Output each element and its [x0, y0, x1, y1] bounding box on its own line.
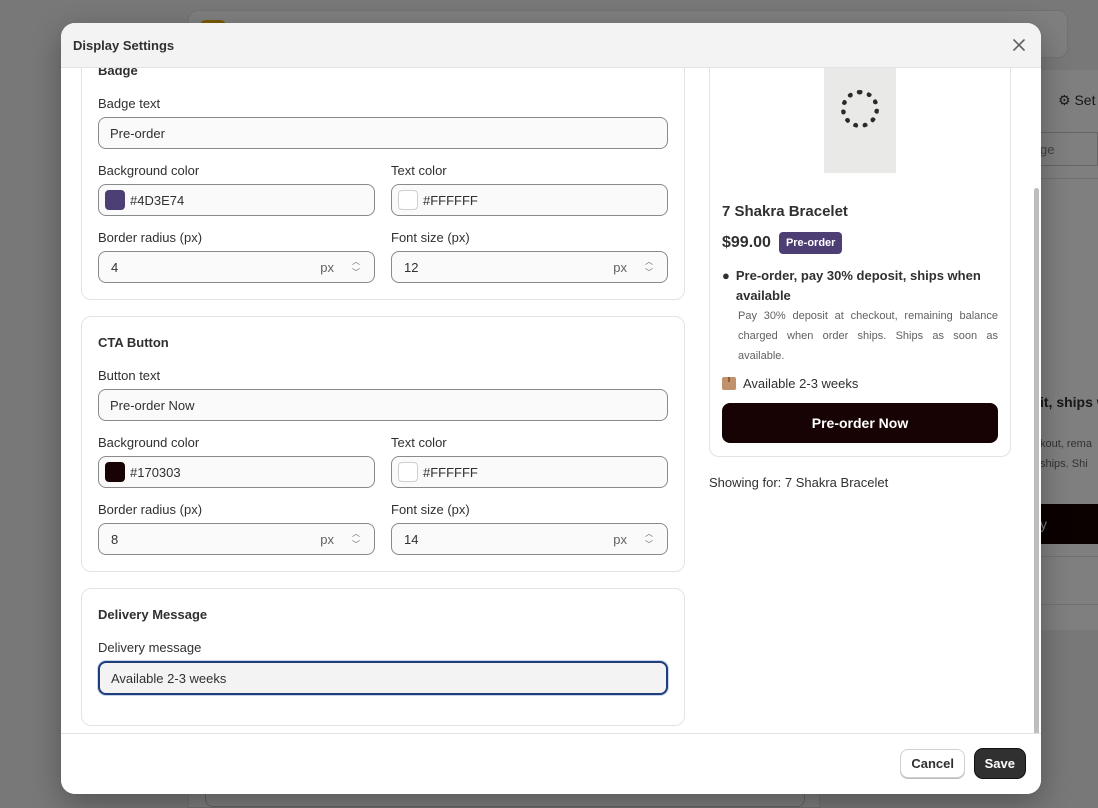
availability-line: Available 2-3 weeks — [722, 376, 998, 391]
badge-text-color-input[interactable]: #FFFFFF — [391, 184, 668, 216]
cta-bg-color-input[interactable]: #170303 — [98, 456, 375, 488]
chevron-up-icon[interactable]: ︿ — [352, 528, 360, 539]
scrollbar[interactable] — [1034, 188, 1039, 733]
color-value: #FFFFFF — [423, 464, 478, 480]
color-value: #FFFFFF — [423, 192, 478, 208]
cta-settings-card: CTA Button Button text Pre-order Now Bac… — [81, 316, 685, 572]
field-label: Text color — [391, 435, 447, 450]
display-settings-modal: Display Settings Badge Badge text Pre-or… — [61, 23, 1041, 794]
preview-column: 7 Shakra Bracelet $99.00 Pre-order ● Pre… — [709, 68, 1011, 490]
preorder-message-title: ● Pre-order, pay 30% deposit, ships when… — [722, 266, 998, 306]
chevron-up-icon[interactable]: ︿ — [645, 256, 653, 267]
delivery-settings-card: Delivery Message Delivery message Availa… — [81, 588, 685, 726]
message-title-text: Pre-order, pay 30% deposit, ships when a… — [735, 268, 981, 303]
product-preview-card: 7 Shakra Bracelet $99.00 Pre-order ● Pre… — [709, 68, 1011, 457]
badge-bg-color-input[interactable]: #4D3E74 — [98, 184, 375, 216]
delivery-message-input[interactable]: Available 2-3 weeks — [98, 661, 668, 695]
cta-border-radius-input[interactable]: 8 px ︿ ﹀ — [98, 523, 375, 555]
card-title: Badge — [98, 68, 138, 78]
number-value: 12 — [404, 259, 419, 275]
close-icon[interactable] — [1011, 37, 1027, 53]
chevron-up-icon[interactable]: ︿ — [645, 528, 653, 539]
package-icon — [722, 377, 736, 390]
field-label: Text color — [391, 163, 447, 178]
preorder-badge: Pre-order — [778, 232, 843, 254]
color-swatch[interactable] — [398, 190, 418, 210]
field-label: Background color — [98, 163, 200, 178]
showing-for-label: Showing for: 7 Shakra Bracelet — [709, 475, 889, 490]
chevron-down-icon[interactable]: ﹀ — [645, 539, 653, 550]
field-label: Button text — [98, 368, 161, 383]
product-image — [824, 68, 896, 173]
unit-suffix: px — [613, 259, 627, 275]
modal-title: Display Settings — [73, 37, 175, 53]
color-swatch[interactable] — [105, 190, 125, 210]
field-label: Background color — [98, 435, 200, 450]
product-price: $99.00 — [722, 234, 771, 251]
unit-suffix: px — [613, 531, 627, 547]
bullet-icon: ● — [722, 268, 730, 283]
chevron-down-icon[interactable]: ﹀ — [352, 267, 360, 278]
preorder-message-desc: Pay 30% deposit at checkout, remaining b… — [738, 310, 998, 362]
save-button[interactable]: Save — [974, 749, 1025, 778]
badge-text-input[interactable]: Pre-order — [98, 117, 668, 149]
number-stepper[interactable]: ︿ ﹀ — [346, 526, 366, 552]
badge-settings-card: Badge Badge text Pre-order Background co… — [81, 68, 685, 300]
chevron-down-icon[interactable]: ﹀ — [352, 539, 360, 550]
field-label: Delivery message — [98, 640, 202, 655]
field-label: Font size (px) — [391, 230, 470, 245]
field-label: Font size (px) — [391, 502, 470, 517]
number-value: 14 — [404, 531, 419, 547]
color-value: #170303 — [130, 464, 181, 480]
settings-column: Badge Badge text Pre-order Background co… — [81, 68, 685, 733]
number-value: 4 — [111, 259, 119, 275]
button-text-input[interactable]: Pre-order Now — [98, 389, 668, 421]
availability-text: Available 2-3 weeks — [743, 376, 859, 391]
card-title: CTA Button — [98, 335, 169, 350]
chevron-up-icon[interactable]: ︿ — [352, 256, 360, 267]
preorder-now-button[interactable]: Pre-order Now — [722, 403, 998, 443]
modal-header: Display Settings — [61, 23, 1041, 68]
badge-border-radius-input[interactable]: 4 px ︿ ﹀ — [98, 251, 375, 283]
color-swatch[interactable] — [105, 462, 125, 482]
number-stepper[interactable]: ︿ ﹀ — [639, 526, 659, 552]
cancel-button[interactable]: Cancel — [900, 749, 965, 778]
product-title: 7 Shakra Bracelet — [722, 203, 848, 220]
unit-suffix: px — [320, 259, 334, 275]
field-label: Badge text — [98, 96, 161, 111]
badge-font-size-input[interactable]: 12 px ︿ ﹀ — [391, 251, 668, 283]
modal-footer: Cancel Save — [61, 733, 1041, 794]
cta-font-size-input[interactable]: 14 px ︿ ﹀ — [391, 523, 668, 555]
field-label: Border radius (px) — [98, 502, 203, 517]
color-swatch[interactable] — [398, 462, 418, 482]
unit-suffix: px — [320, 531, 334, 547]
card-title: Delivery Message — [98, 607, 208, 622]
modal-body[interactable]: Badge Badge text Pre-order Background co… — [61, 68, 1041, 733]
number-value: 8 — [111, 531, 119, 547]
number-stepper[interactable]: ︿ ﹀ — [346, 254, 366, 280]
field-label: Border radius (px) — [98, 230, 203, 245]
cta-text-color-input[interactable]: #FFFFFF — [391, 456, 668, 488]
color-value: #4D3E74 — [130, 192, 185, 208]
chevron-down-icon[interactable]: ﹀ — [645, 267, 653, 278]
bracelet-image — [841, 90, 879, 128]
number-stepper[interactable]: ︿ ﹀ — [639, 254, 659, 280]
